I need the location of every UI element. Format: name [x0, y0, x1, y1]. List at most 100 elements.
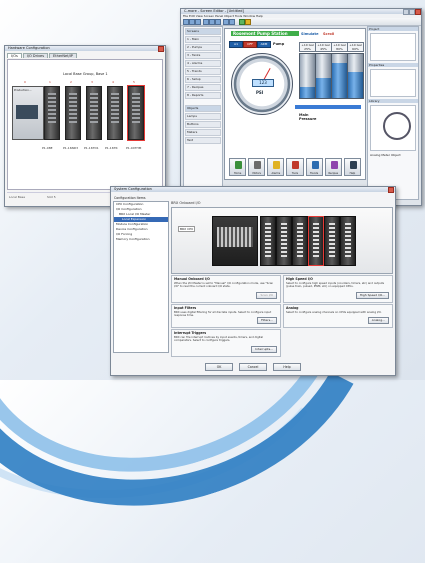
scan-io-button[interactable]: Scan I/O [256, 292, 277, 299]
nav-button-tools[interactable]: Tools [286, 158, 304, 176]
object-item[interactable]: Buttons [185, 121, 221, 128]
interrupts-button[interactable]: Interrupts... [251, 346, 277, 353]
object-item[interactable]: Meters [185, 129, 221, 136]
screen-item[interactable]: 7 - Recipes [185, 84, 221, 91]
library-preview[interactable] [370, 105, 416, 151]
analog-button[interactable]: Analog... [367, 317, 389, 324]
nav-button-label: Tools [291, 172, 299, 175]
screen-item[interactable]: 3 - Tanks [185, 52, 221, 59]
system-config-dialog: System Configuration Configuration Items… [110, 186, 396, 376]
tank-level-fill [348, 71, 363, 98]
expansion-module-image[interactable] [292, 216, 308, 266]
transfer-icon[interactable] [245, 19, 251, 25]
help-button[interactable]: Help [273, 363, 301, 371]
redo-icon[interactable] [229, 19, 235, 25]
arm-button[interactable]: ARM [257, 41, 271, 48]
panel-label: BRX Onboard I/O [171, 201, 201, 205]
tab-ethernet-ip[interactable]: EtherNet/IP [49, 53, 77, 58]
module-label: P1-04THM [126, 146, 142, 150]
close-icon[interactable] [415, 9, 421, 15]
close-icon[interactable] [388, 187, 394, 193]
io-module[interactable] [86, 86, 102, 140]
alarms-icon [273, 161, 281, 169]
expansion-module-image[interactable] [324, 216, 340, 266]
slot-number: 0 [24, 80, 26, 84]
close-icon[interactable] [158, 46, 164, 52]
filters-button[interactable]: Filters... [257, 317, 277, 324]
tank-cylinder[interactable] [315, 53, 332, 99]
nav-button-label: Home [233, 172, 242, 175]
module-label: P1-16ND3 [63, 146, 79, 150]
screen-nav-bar: Home Motors Alarms Tools Trends Recipes Help [229, 158, 361, 176]
expansion-module-image[interactable] [340, 216, 356, 266]
ok-button[interactable]: OK [205, 363, 233, 371]
io-module[interactable] [107, 86, 123, 140]
tank-cylinder[interactable] [331, 53, 348, 99]
object-item[interactable]: Text [185, 137, 221, 144]
tree-item[interactable]: Memory Configuration [114, 237, 168, 242]
high-speed-io-button[interactable]: High Speed I/O... [355, 292, 389, 299]
slot-number: 4 [112, 80, 114, 84]
a1-button[interactable]: A1 [229, 41, 243, 48]
tank-level-fill [300, 87, 315, 98]
brx-cpu-image[interactable] [212, 216, 258, 266]
project-tree[interactable] [370, 33, 416, 61]
tank-readout: +10 Gal 45% [315, 42, 332, 52]
input-filters-group: Input Filters BRX uses digital filtering… [171, 304, 281, 328]
object-item[interactable]: Lamps [185, 113, 221, 120]
screen-item[interactable]: 4 - Alarms [185, 60, 221, 67]
properties-panel: Project Properties Library Analog Meter … [367, 26, 419, 200]
toolbar [181, 18, 421, 26]
module-label: P1-16TR [105, 146, 118, 150]
hmi-screen-canvas[interactable]: Rosemont Pump Station Simulate Scroll A1… [224, 28, 366, 180]
nav-button-motors[interactable]: Motors [248, 158, 266, 176]
slot-number: 5 [133, 80, 135, 84]
help-icon [349, 161, 357, 169]
save-icon[interactable] [195, 19, 201, 25]
group-description: When the I/O Master is set to "Manual" I… [174, 281, 274, 289]
screen-item[interactable]: 6 - Setup [185, 76, 221, 83]
io-module[interactable] [65, 86, 81, 140]
slot-number: 2 [70, 80, 72, 84]
hardware-tabs: I/Os I/O Drives EtherNet/IP [5, 51, 165, 58]
window-title: Hardware Configuration [8, 46, 50, 50]
nav-button-help[interactable]: Help [343, 158, 361, 176]
tank-readout: +10 Gal 60% [347, 42, 364, 52]
tank-level-fill [332, 62, 347, 98]
tab-ios[interactable]: I/Os [7, 53, 22, 58]
nav-button-home[interactable]: Home [229, 158, 247, 176]
nav-button-recipes[interactable]: Recipes [324, 158, 342, 176]
hardware-preview: BRX CPU [171, 207, 393, 274]
cpu-label: Production... [14, 88, 32, 92]
properties-grid[interactable] [370, 69, 416, 97]
cpu-module[interactable]: Production... [12, 86, 44, 140]
cancel-button[interactable]: Cancel [239, 363, 267, 371]
analog-group: Analog Select to configure analog channe… [283, 304, 393, 328]
expansion-module-image[interactable] [276, 216, 292, 266]
motors-icon [254, 161, 262, 169]
tank-cylinder[interactable] [299, 53, 316, 99]
home-icon [235, 161, 242, 169]
tank-level-fill [316, 78, 331, 98]
screen-item[interactable]: 1 - Main [185, 36, 221, 43]
io-module-selected[interactable] [127, 85, 145, 141]
io-module[interactable] [44, 86, 60, 140]
nav-button-trends[interactable]: Trends [305, 158, 323, 176]
window-title: C-more - Screen Editor - [Untitled] [184, 9, 244, 13]
tank-readout: +10 Gal 80% [331, 42, 348, 52]
screen-item[interactable]: 8 - Reports [185, 92, 221, 99]
panel-header: Project [368, 27, 418, 31]
off-button[interactable]: OFF [243, 41, 257, 48]
screen-item[interactable]: 5 - Trends [185, 68, 221, 75]
motor-label: Main Pressure [299, 113, 317, 121]
status-text: Slot 5 [47, 195, 56, 199]
expansion-module-image[interactable] [308, 216, 324, 266]
dialog-titlebar[interactable]: System Configuration [111, 187, 395, 193]
expansion-module-image[interactable] [260, 216, 276, 266]
nav-button-alarms[interactable]: Alarms [267, 158, 285, 176]
paste-icon[interactable] [215, 19, 221, 25]
tank-cylinder[interactable] [347, 53, 364, 99]
nav-button-label: Recipes [328, 172, 339, 175]
screen-item[interactable]: 2 - Pumps [185, 44, 221, 51]
tab-io-drives[interactable]: I/O Drives [22, 53, 49, 58]
